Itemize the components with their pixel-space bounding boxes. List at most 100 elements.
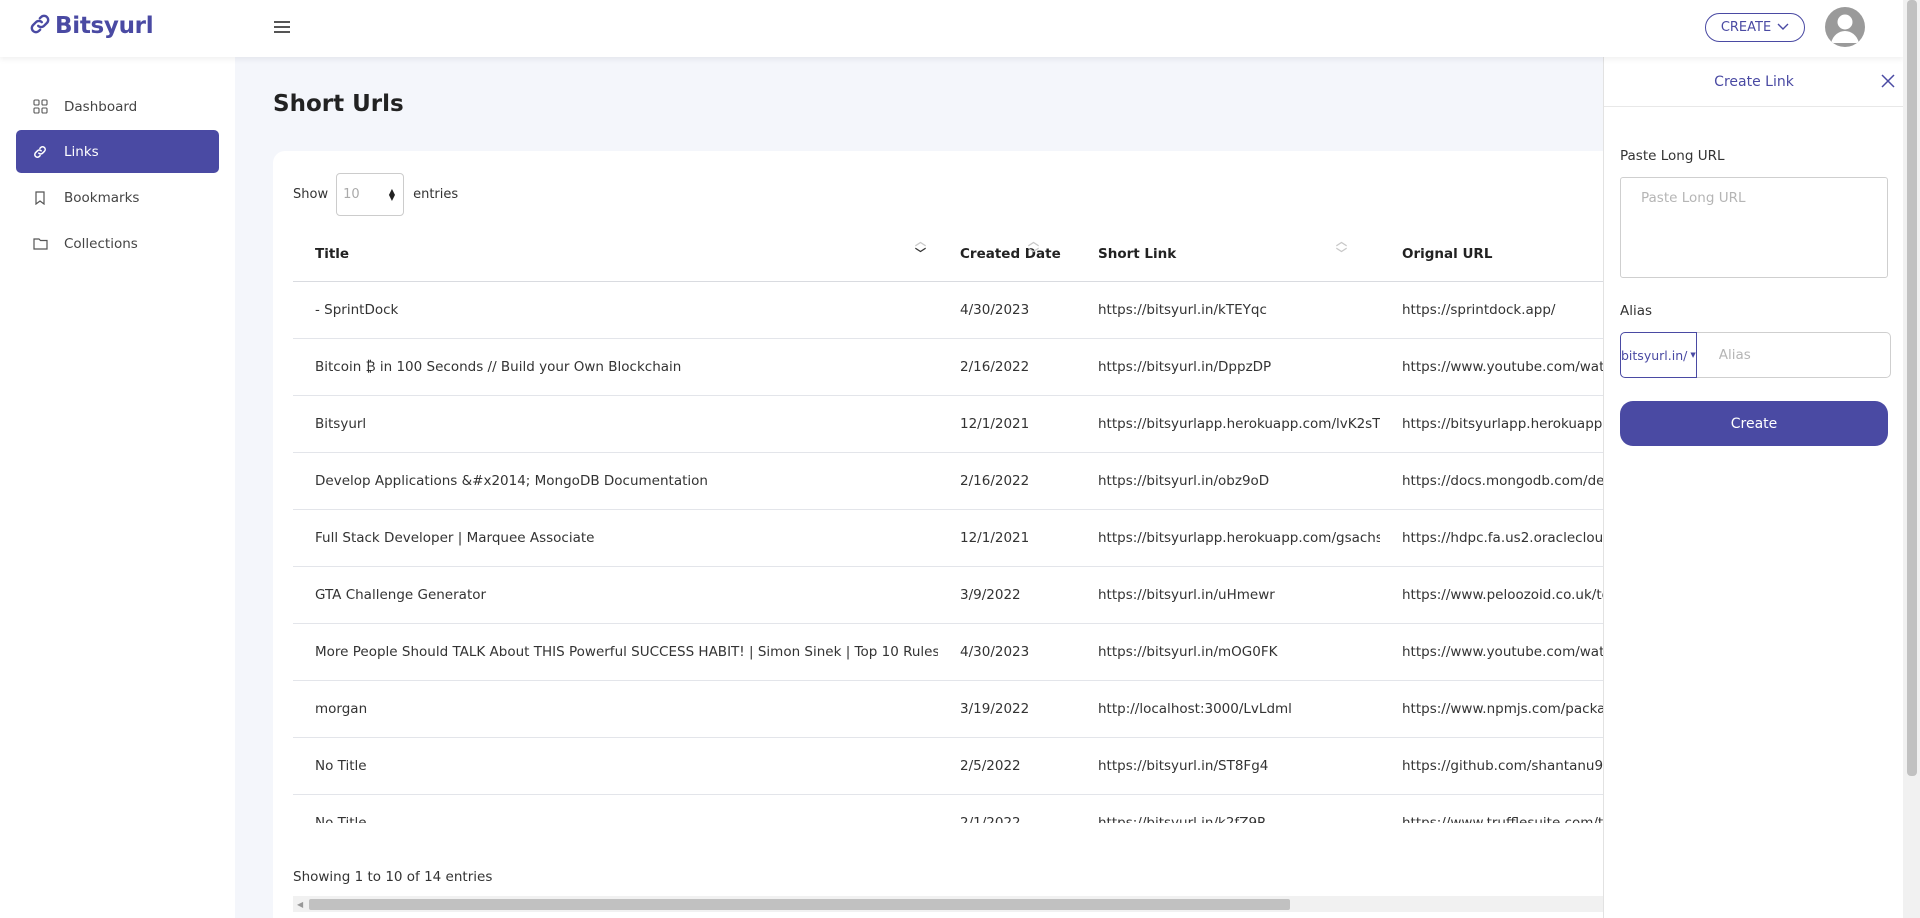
links-table: Title ︿ ﹀ Created Date ︿ ﹀ Short Link ︿ ﹀ O… bbox=[293, 228, 1603, 823]
cell-short-link[interactable]: https://bitsyurlapp.herokuapp.com/gsachs bbox=[1076, 509, 1380, 567]
cell-title: GTA Challenge Generator bbox=[293, 566, 938, 624]
column-header-original-url[interactable]: Orignal URL bbox=[1380, 228, 1603, 282]
top-bar: Bitsyurl CREATE bbox=[0, 0, 1903, 57]
cell-original-url[interactable]: https://github.com/shantanu96/L bbox=[1380, 737, 1603, 795]
entries-label: entries bbox=[413, 187, 459, 202]
long-url-input[interactable] bbox=[1620, 177, 1888, 278]
sort-icon: ︿ ﹀ bbox=[1336, 235, 1347, 260]
cell-created: 12/1/2021 bbox=[938, 509, 1076, 567]
cell-created: 2/1/2022 bbox=[938, 794, 1076, 823]
cell-original-url[interactable]: https://www.peloozoid.co.uk/too bbox=[1380, 566, 1603, 624]
cell-title: No Title bbox=[293, 737, 938, 795]
page-title: Short Urls bbox=[273, 91, 404, 117]
cell-short-link[interactable]: https://bitsyurl.in/kTEYqc bbox=[1076, 281, 1380, 339]
horizontal-scrollbar-thumb[interactable] bbox=[309, 899, 1290, 910]
cell-original-url[interactable]: https://www.npmjs.com/package bbox=[1380, 680, 1603, 738]
app-name: Bitsyurl bbox=[55, 13, 154, 39]
cell-original-url[interactable]: https://www.trufflesuite.com/tut bbox=[1380, 794, 1603, 823]
cell-title: More People Should TALK About THIS Power… bbox=[293, 623, 938, 681]
sort-icon: ︿ ﹀ bbox=[1028, 235, 1039, 260]
cell-short-link[interactable]: https://bitsyurl.in/DppzDP bbox=[1076, 338, 1380, 396]
table-row[interactable]: No Title 2/1/2022 https://bitsyurl.in/k2fZ… bbox=[293, 794, 1603, 823]
column-header-label: Created Date bbox=[960, 246, 1061, 263]
avatar[interactable] bbox=[1825, 7, 1865, 47]
table-row[interactable]: No Title 2/5/2022 https://bitsyurl.in/ST8F… bbox=[293, 737, 1603, 795]
sidebar-item-collections[interactable]: Collections bbox=[16, 222, 219, 265]
cell-short-link[interactable]: https://bitsyurl.in/uHmewr bbox=[1076, 566, 1380, 624]
sidebar-item-label: Links bbox=[64, 143, 99, 160]
cell-title: Bitsyurl bbox=[293, 395, 938, 453]
link-icon bbox=[32, 144, 48, 160]
long-url-label: Paste Long URL bbox=[1620, 148, 1725, 164]
links-table-container: Title ︿ ﹀ Created Date ︿ ﹀ Short Link ︿ ﹀ O… bbox=[293, 228, 1603, 823]
cell-short-link[interactable]: https://bitsyurl.in/ST8Fg4 bbox=[1076, 737, 1380, 795]
bookmark-icon bbox=[32, 190, 48, 206]
cell-short-link[interactable]: https://bitsyurl.in/mOG0FK bbox=[1076, 623, 1380, 681]
cell-short-link[interactable]: https://bitsyurl.in/obz9oD bbox=[1076, 452, 1380, 510]
cell-short-link[interactable]: http://localhost:3000/LvLdml bbox=[1076, 680, 1380, 738]
column-header-label: Orignal URL bbox=[1402, 246, 1493, 263]
app-logo[interactable]: Bitsyurl bbox=[29, 13, 154, 39]
panel-title: Create Link bbox=[1714, 74, 1794, 90]
horizontal-scrollbar[interactable]: ◀ bbox=[293, 896, 1603, 912]
create-link-panel: Create Link Paste Long URL Alias bitsyur… bbox=[1603, 57, 1904, 918]
scroll-left-icon[interactable]: ◀ bbox=[297, 900, 303, 909]
sidebar-item-links[interactable]: Links bbox=[16, 130, 219, 173]
cell-title: Bitcoin ₿ in 100 Seconds // Build your O… bbox=[293, 338, 938, 396]
table-row[interactable]: GTA Challenge Generator 3/9/2022 https://b… bbox=[293, 566, 1603, 624]
cell-created: 2/16/2022 bbox=[938, 338, 1076, 396]
table-row[interactable]: More People Should TALK About THIS Power… bbox=[293, 623, 1603, 681]
create-button[interactable]: Create bbox=[1620, 401, 1888, 446]
table-row[interactable]: Develop Applications &#x2014; MongoDB Do… bbox=[293, 452, 1603, 510]
folder-icon bbox=[32, 236, 48, 252]
create-dropdown-button[interactable]: CREATE bbox=[1705, 13, 1805, 42]
cell-title: morgan bbox=[293, 680, 938, 738]
cell-short-link[interactable]: https://bitsyurlapp.herokuapp.com/lvK2sT bbox=[1076, 395, 1380, 453]
cell-title: - SprintDock bbox=[293, 281, 938, 339]
table-body: - SprintDock 4/30/2023 https://bitsyurl.in… bbox=[293, 281, 1603, 823]
cell-original-url[interactable]: https://hdpc.fa.us2.oraclecloud.c bbox=[1380, 509, 1603, 567]
vertical-scrollbar[interactable] bbox=[1903, 0, 1920, 918]
cell-original-url[interactable]: https://sprintdock.app/ bbox=[1380, 281, 1603, 339]
table-row[interactable]: - SprintDock 4/30/2023 https://bitsyurl.in… bbox=[293, 281, 1603, 339]
panel-divider bbox=[1604, 106, 1904, 107]
table-row[interactable]: Bitsyurl 12/1/2021 https://bitsyurlapp.her… bbox=[293, 395, 1603, 453]
chevron-down-icon bbox=[1777, 20, 1789, 35]
alias-domain-dropdown[interactable]: bitsyurl.in/ ▼ bbox=[1620, 332, 1697, 378]
cell-original-url[interactable]: https://bitsyurlapp.herokuapp.co bbox=[1380, 395, 1603, 453]
alias-group: bitsyurl.in/ ▼ bbox=[1620, 332, 1891, 378]
cell-created: 2/16/2022 bbox=[938, 452, 1076, 510]
column-header-short-link[interactable]: Short Link ︿ ﹀ bbox=[1076, 228, 1380, 282]
cell-created: 3/19/2022 bbox=[938, 680, 1076, 738]
sidebar-item-label: Bookmarks bbox=[64, 189, 140, 206]
column-header-title[interactable]: Title ︿ ﹀ bbox=[293, 228, 938, 282]
page-size-control: Show 10 ▲ ▼ entries bbox=[293, 173, 458, 216]
close-icon[interactable] bbox=[1879, 72, 1897, 90]
column-header-label: Title bbox=[315, 246, 350, 263]
cell-title: Develop Applications &#x2014; MongoDB Do… bbox=[293, 452, 938, 510]
sidebar-item-bookmarks[interactable]: Bookmarks bbox=[16, 176, 219, 219]
grid-icon bbox=[32, 99, 48, 115]
sidebar-item-label: Collections bbox=[64, 235, 138, 252]
select-arrows-icon: ▲ ▼ bbox=[388, 186, 396, 202]
page-size-select[interactable]: 10 ▲ ▼ bbox=[336, 173, 405, 216]
table-row[interactable]: morgan 3/19/2022 http://localhost:3000/LvL… bbox=[293, 680, 1603, 738]
sidebar-item-dashboard[interactable]: Dashboard bbox=[16, 85, 219, 128]
alias-input[interactable] bbox=[1696, 332, 1891, 378]
cell-created: 2/5/2022 bbox=[938, 737, 1076, 795]
table-row[interactable]: Full Stack Developer | Marquee Associate… bbox=[293, 509, 1603, 567]
sidebar-item-label: Dashboard bbox=[64, 98, 138, 115]
vertical-scrollbar-thumb[interactable] bbox=[1907, 0, 1917, 776]
cell-short-link[interactable]: https://bitsyurl.in/k2fZ9R bbox=[1076, 794, 1380, 823]
cell-original-url[interactable]: https://docs.mongodb.com/devel bbox=[1380, 452, 1603, 510]
cell-original-url[interactable]: https://www.youtube.com/watch bbox=[1380, 338, 1603, 396]
cell-original-url[interactable]: https://www.youtube.com/watch bbox=[1380, 623, 1603, 681]
show-label: Show bbox=[293, 187, 329, 202]
page-size-value: 10 bbox=[343, 187, 360, 202]
menu-icon[interactable] bbox=[274, 19, 292, 37]
column-header-label: Short Link bbox=[1098, 246, 1177, 263]
cell-created: 4/30/2023 bbox=[938, 281, 1076, 339]
table-row[interactable]: Bitcoin ₿ in 100 Seconds // Build your O… bbox=[293, 338, 1603, 396]
column-header-created-date[interactable]: Created Date ︿ ﹀ bbox=[938, 228, 1076, 282]
cell-title: Full Stack Developer | Marquee Associate bbox=[293, 509, 938, 567]
